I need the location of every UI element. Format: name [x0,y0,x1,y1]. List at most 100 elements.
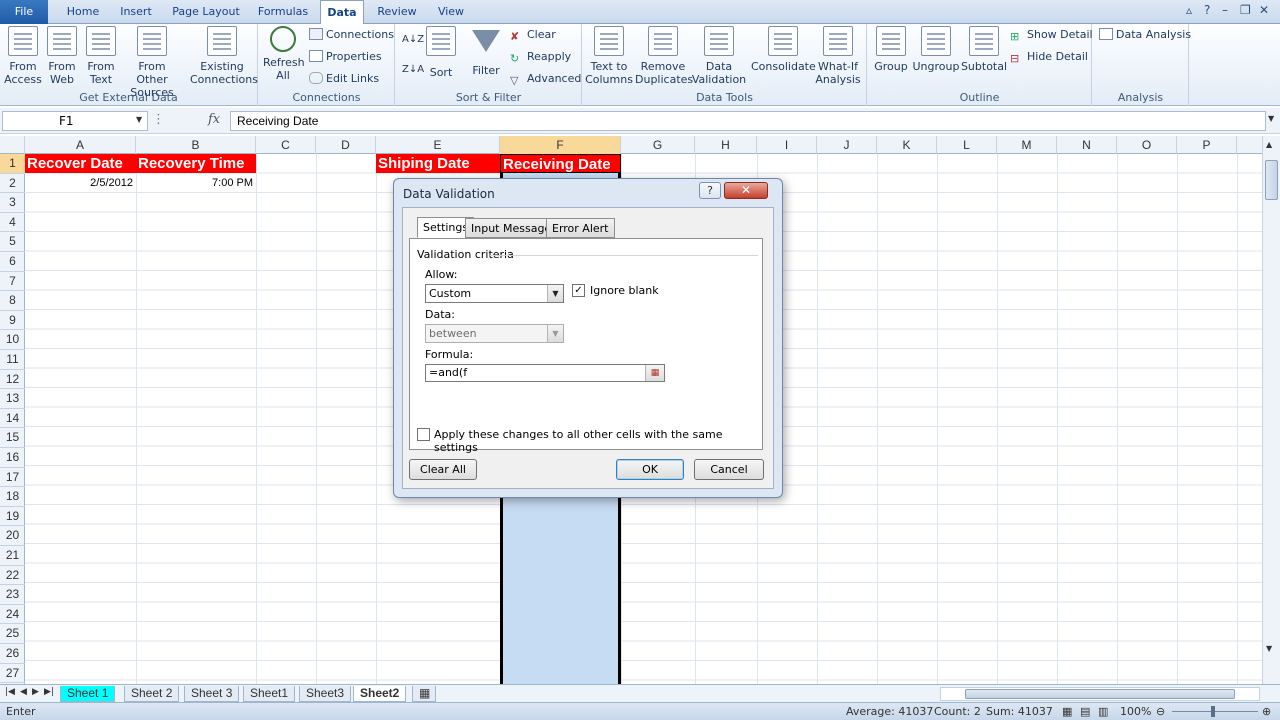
ok-button[interactable]: OK [616,459,684,480]
row-header[interactable]: 21 [0,546,25,566]
close-icon[interactable]: ✕ [1259,3,1269,17]
column-header[interactable]: O [1117,136,1177,154]
select-all-corner[interactable] [0,136,25,154]
row-header[interactable]: 22 [0,566,25,586]
column-header[interactable]: C [256,136,316,154]
name-box-dropdown-icon[interactable]: ▼ [136,115,142,124]
zoom-in-icon[interactable]: ⊕ [1262,703,1271,720]
from-text-button[interactable]: From Text [84,26,118,86]
insert-function-icon[interactable]: fx [208,112,220,127]
consolidate-button[interactable]: Consolidate [751,26,816,73]
properties-button[interactable]: Properties [309,50,382,63]
row-header[interactable]: 16 [0,448,25,468]
row-header[interactable]: 11 [0,350,25,370]
zoom-level[interactable]: 100% [1120,703,1151,720]
what-if-analysis-button[interactable]: What-If Analysis [813,26,863,86]
column-header[interactable]: N [1057,136,1117,154]
sheet-tab[interactable]: Sheet 2 [124,686,180,702]
sheet-tab[interactable]: Sheet1 [243,686,296,702]
ungroup-button[interactable]: Ungroup [912,26,960,73]
show-detail-button[interactable]: ⊞ Show Detail [1010,28,1093,43]
row-header[interactable]: 13 [0,389,25,409]
allow-select[interactable]: Custom ▼ [425,284,564,303]
column-header[interactable]: E [376,136,500,154]
row-header[interactable]: 12 [0,370,25,390]
row-header[interactable]: 17 [0,468,25,488]
minimize-ribbon-icon[interactable]: ▵ [1186,3,1192,17]
row-header[interactable]: 3 [0,193,25,213]
last-sheet-icon[interactable]: ▶| [44,687,54,697]
row-header[interactable]: 18 [0,487,25,507]
row-header[interactable]: 4 [0,213,25,233]
column-header[interactable]: H [695,136,757,154]
existing-connections-button[interactable]: Existing Connections [190,26,258,86]
column-header[interactable]: A [25,136,136,154]
advanced-button[interactable]: ▽ Advanced [510,72,581,87]
row-header[interactable]: 23 [0,585,25,605]
sheet-tab[interactable]: Sheet 1 [60,686,116,702]
page-layout-view-icon[interactable]: ▤ [1080,703,1090,720]
tab-page-layout[interactable]: Page Layout [164,0,248,24]
restore-icon[interactable]: ❐ [1240,3,1251,17]
row-header[interactable]: 19 [0,507,25,527]
tab-formulas[interactable]: Formulas [250,0,316,24]
cancel-button[interactable]: Cancel [694,459,764,480]
hide-detail-button[interactable]: ⊟ Hide Detail [1010,50,1088,65]
clear-button[interactable]: ✘ Clear [510,28,556,43]
row-header[interactable]: 6 [0,252,25,272]
help-icon[interactable]: ? [699,182,721,199]
refresh-all-button[interactable]: Refresh All [263,26,305,82]
edit-links-button[interactable]: Edit Links [309,72,379,85]
close-icon[interactable]: ✕ [724,182,768,199]
row-header[interactable]: 14 [0,409,25,429]
column-header[interactable]: D [316,136,376,154]
scroll-up-icon[interactable]: ▲ [1266,140,1272,149]
zoom-slider[interactable] [1172,711,1258,712]
connections-button[interactable]: Connections [309,28,394,41]
from-other-sources-button[interactable]: From Other Sources [122,26,182,99]
reapply-button[interactable]: ↻ Reapply [510,50,571,65]
next-sheet-icon[interactable]: ▶ [32,687,39,697]
data-analysis-button[interactable]: Data Analysis [1099,28,1191,41]
column-header[interactable]: L [937,136,997,154]
vertical-scrollbar[interactable]: ▲ ▼ [1262,136,1280,684]
scroll-thumb[interactable] [1265,160,1278,200]
sort-button[interactable]: Sort [426,26,456,79]
prev-sheet-icon[interactable]: ◀ [20,687,27,697]
tab-home[interactable]: Home [58,0,108,24]
tab-review[interactable]: Review [368,0,426,24]
filter-button[interactable]: Filter [468,26,504,77]
column-header[interactable]: G [621,136,695,154]
tab-view[interactable]: View [428,0,474,24]
tab-input-message[interactable]: Input Message [465,218,558,238]
column-header[interactable]: M [997,136,1057,154]
row-header[interactable]: 25 [0,624,25,644]
sort-az-icon[interactable]: A↓Z [402,34,424,45]
first-sheet-icon[interactable]: |◀ [5,687,15,697]
sheet-tab[interactable]: Sheet 3 [184,686,240,702]
scroll-thumb[interactable] [965,689,1235,699]
cell-e1[interactable]: Shiping Date [376,154,500,173]
tab-error-alert[interactable]: Error Alert [546,218,615,238]
cell-a2[interactable]: 2/5/2012 [25,174,136,193]
tab-data[interactable]: Data [320,0,364,25]
clear-all-button[interactable]: Clear All [409,459,477,480]
column-header[interactable]: B [136,136,256,154]
zoom-slider-thumb[interactable] [1211,706,1215,717]
formula-field[interactable]: =and(f ▦ [425,364,665,382]
row-header[interactable]: 15 [0,428,25,448]
row-header[interactable]: 20 [0,526,25,546]
column-header[interactable]: P [1177,136,1237,154]
column-header[interactable]: J [817,136,877,154]
zoom-out-icon[interactable]: ⊖ [1156,703,1165,720]
sort-za-icon[interactable]: Z↓A [402,64,424,75]
apply-all-checkbox[interactable] [417,428,430,441]
cell-b2[interactable]: 7:00 PM [136,174,256,193]
row-header[interactable]: 9 [0,311,25,331]
cell-f1[interactable]: Receiving Date [500,154,621,173]
horizontal-scrollbar[interactable] [940,687,1260,701]
group-button[interactable]: Group [872,26,910,73]
name-box[interactable]: F1 [2,111,148,131]
help-icon[interactable]: ? [1204,3,1210,17]
from-web-button[interactable]: From Web [44,26,80,86]
